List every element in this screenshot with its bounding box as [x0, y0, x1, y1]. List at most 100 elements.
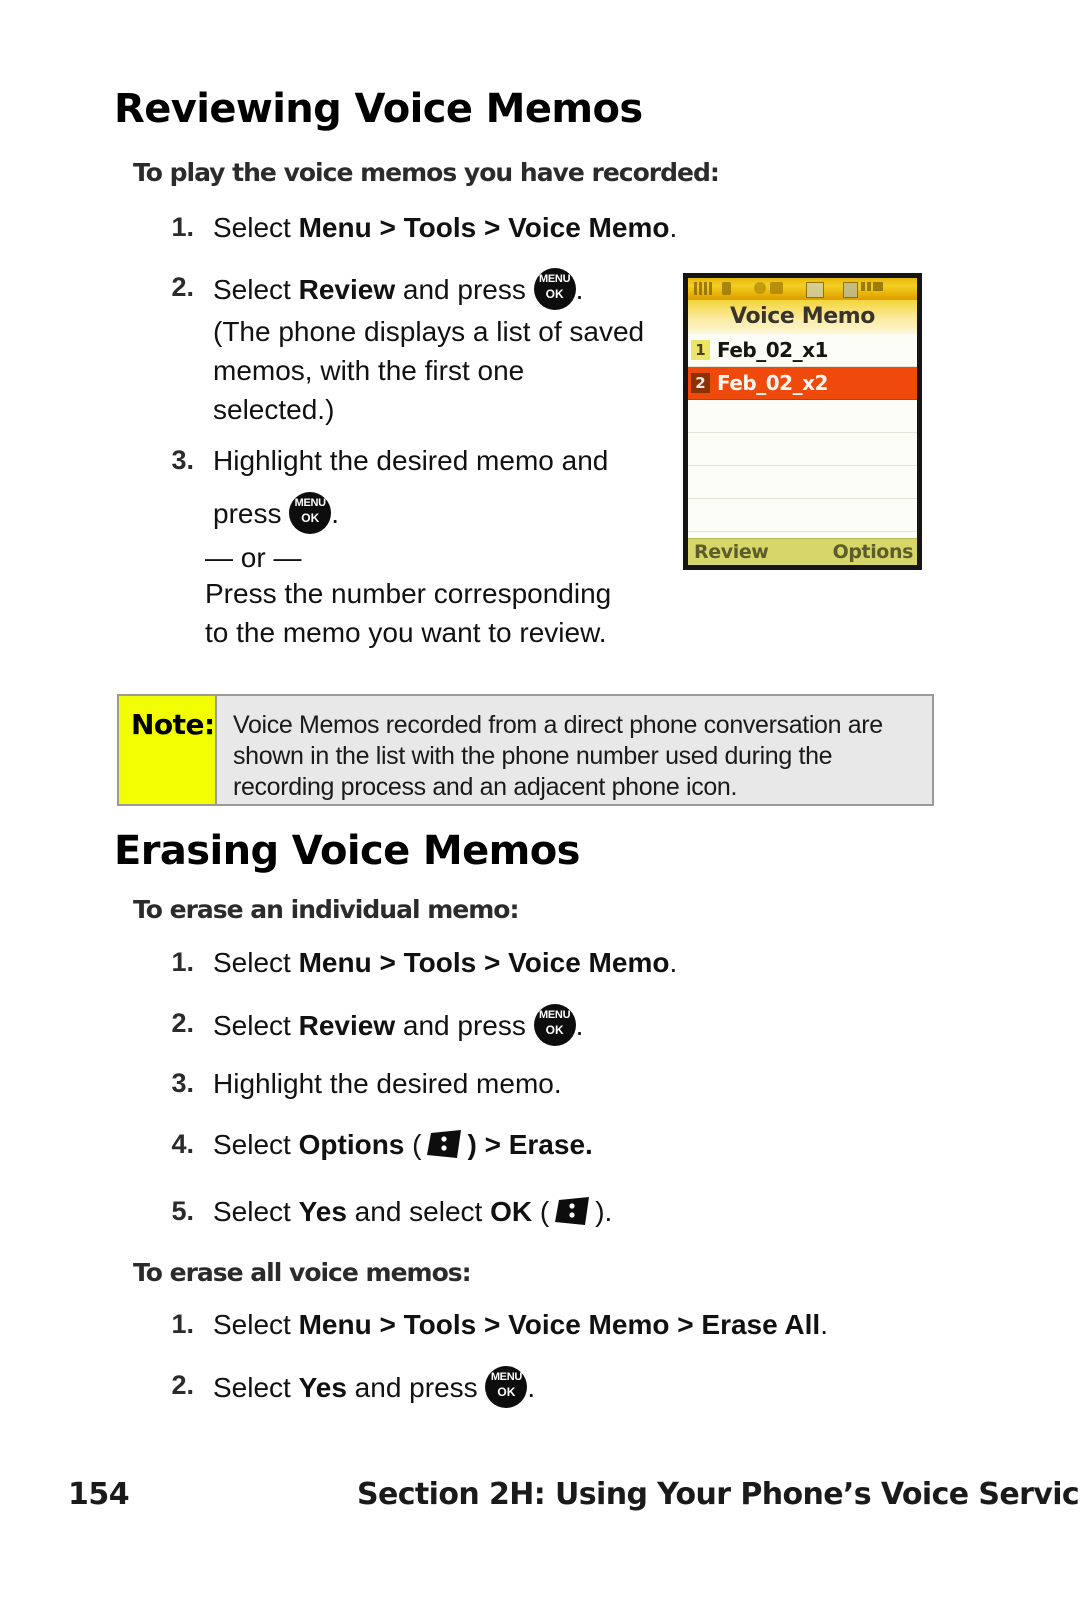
- review-step-2-continued-line2: memos, with the first one: [213, 355, 525, 386]
- roaming-icon: [722, 282, 731, 295]
- options-label: Options: [298, 1129, 405, 1160]
- step-text: Select Review and press MENU OK.: [213, 268, 670, 310]
- step-number: 3.: [171, 445, 194, 475]
- step-text: Select Menu > Tools > Voice Memo > Erase…: [213, 1305, 850, 1344]
- review-step-3-press-line: press MENU OK.: [213, 492, 339, 534]
- erase-individual-step-5: 5. Select Yes and select OK ().: [150, 1192, 710, 1231]
- subheading-erase-individual-memo: To erase an individual memo:: [133, 895, 519, 924]
- period: .: [575, 1010, 584, 1041]
- step-number: 2.: [171, 272, 194, 302]
- memo-index: 2: [691, 373, 710, 393]
- review-step-1: 1. Select Menu > Tools > Voice Memo.: [150, 208, 710, 247]
- menu-ok-key-icon: MENU OK: [533, 268, 576, 310]
- erase-individual-step-4: 4. Select Options () > Erase.: [150, 1125, 710, 1164]
- note-line-1: Voice Memos recorded from a direct phone…: [233, 711, 883, 739]
- step-number: 3.: [171, 1068, 194, 1098]
- review-step-3: 3. Highlight the desired memo and: [150, 441, 670, 480]
- menu-ok-line2: OK: [497, 1385, 516, 1399]
- separator: >: [669, 1309, 702, 1340]
- step-text-pre: Select: [213, 947, 299, 978]
- phone-memo-row-empty: [688, 466, 917, 499]
- page-title-erasing-voice-memos: Erasing Voice Memos: [114, 828, 580, 874]
- tools-label: Tools: [403, 1309, 477, 1340]
- review-step-3-alt-line1: Press the number corresponding: [205, 578, 612, 609]
- yes-label: Yes: [298, 1196, 347, 1227]
- step-text: Highlight the desired memo and: [213, 445, 609, 476]
- separator: >: [476, 212, 509, 243]
- note-line-2: shown in the list with the phone number …: [233, 742, 833, 770]
- step-number: 1.: [171, 947, 194, 977]
- menu-ok-line2: OK: [545, 1023, 564, 1037]
- phone-memo-row-empty: [688, 400, 917, 433]
- step-number: 4.: [171, 1129, 194, 1159]
- menu-ok-line2: OK: [545, 287, 564, 301]
- note-label-text: Note:: [131, 708, 215, 741]
- step-number: 2.: [171, 1370, 194, 1400]
- menu-label: Menu: [298, 1309, 372, 1340]
- period: .: [331, 498, 340, 529]
- phone-memo-row[interactable]: 1 Feb_02_x1: [688, 334, 917, 367]
- options-softkey-icon: [421, 1128, 467, 1162]
- memo-label: Feb_02_x1: [717, 338, 828, 362]
- phone-softkey-bar: Review Options: [688, 538, 917, 565]
- options-softkey-icon: [549, 1195, 595, 1229]
- separator: >: [476, 1309, 509, 1340]
- or-divider: — or —: [205, 542, 302, 573]
- data-icon: [770, 282, 783, 294]
- menu-ok-line1: MENU: [539, 1009, 571, 1021]
- voice-memo-label: Voice Memo: [508, 947, 670, 978]
- subheading-to-play-voice-memos: To play the voice memos you have recorde…: [133, 158, 720, 187]
- softkey-options[interactable]: Options: [833, 541, 914, 563]
- period: .: [669, 212, 678, 243]
- separator: >: [484, 1129, 509, 1160]
- step-text-pre: Select: [213, 1010, 299, 1041]
- separator: >: [371, 1309, 404, 1340]
- phone-memo-row-empty: [688, 499, 917, 532]
- review-step-2-continued-line3: selected.): [213, 394, 335, 425]
- step-text-mid: and select: [346, 1196, 491, 1227]
- voice-memo-label: Voice Memo: [508, 1309, 670, 1340]
- tools-label: Tools: [403, 947, 477, 978]
- memo-index: 1: [691, 340, 710, 360]
- battery-level-icon: [861, 282, 883, 291]
- step-text-mid: and press: [346, 1372, 486, 1403]
- menu-ok-line1: MENU: [294, 497, 327, 509]
- period: .: [820, 1309, 828, 1340]
- menu-ok-line2: OK: [301, 511, 320, 525]
- memo-label: Feb_02_x2: [717, 371, 828, 395]
- tools-label: Tools: [403, 212, 477, 243]
- step-number: 1.: [171, 212, 194, 242]
- paren-open: (: [532, 1196, 550, 1227]
- menu-ok-key-icon: MENU OK: [485, 1366, 528, 1408]
- menu-label: Menu: [298, 947, 372, 978]
- press-word: press: [213, 498, 290, 529]
- footer-section-text: Section 2H: Using Your Phone’s Voice Ser…: [357, 1477, 1080, 1512]
- step-text: Select Yes and select OK ().: [213, 1192, 710, 1231]
- step-number: 5.: [171, 1196, 194, 1226]
- review-label: Review: [298, 1010, 396, 1041]
- step-text-pre: Select: [213, 1309, 299, 1340]
- menu-label: Menu: [298, 212, 372, 243]
- period: .: [669, 947, 678, 978]
- paren-close: ): [467, 1129, 485, 1160]
- erase-all-label: Erase All: [701, 1309, 821, 1340]
- page-title-reviewing-voice-memos: Reviewing Voice Memos: [114, 86, 643, 132]
- note-line-3: recording process and an adjacent phone …: [233, 773, 738, 801]
- separator: >: [371, 947, 404, 978]
- note-label-cell: Note:: [119, 696, 217, 804]
- step-text: Select Review and press MENU OK.: [213, 1004, 710, 1046]
- phone-memo-row-selected[interactable]: 2 Feb_02_x2: [688, 367, 917, 400]
- erase-individual-step-1: 1. Select Menu > Tools > Voice Memo.: [150, 943, 710, 982]
- battery-icon: [843, 282, 858, 298]
- step-text-pre: Select: [213, 1129, 299, 1160]
- paren-close: ).: [595, 1196, 613, 1227]
- subheading-erase-all-voice-memos: To erase all voice memos:: [133, 1258, 472, 1287]
- step-text: Select Options () > Erase.: [213, 1125, 710, 1164]
- step-text-mid: and press: [395, 274, 534, 305]
- menu-ok-line1: MENU: [539, 273, 571, 285]
- step-text-pre: Select: [213, 212, 299, 243]
- step-text: Select Menu > Tools > Voice Memo.: [213, 208, 710, 247]
- menu-ok-key-icon: MENU OK: [289, 492, 332, 534]
- review-step-2: 2. Select Review and press MENU OK.: [150, 268, 670, 310]
- softkey-review[interactable]: Review: [694, 541, 769, 563]
